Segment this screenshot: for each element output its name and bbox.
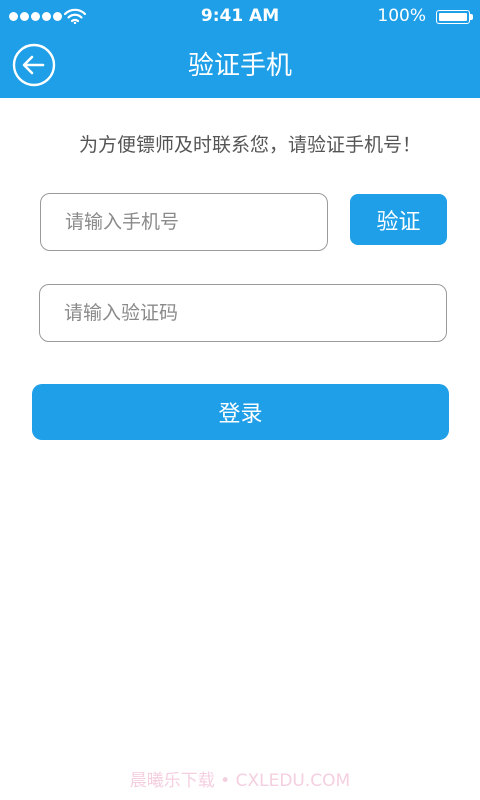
- verification-code-input[interactable]: [39, 284, 447, 342]
- page-title: 验证手机: [187, 51, 292, 81]
- battery-percent: 100%: [377, 6, 426, 26]
- login-button[interactable]: 登录: [32, 384, 449, 440]
- phone-input[interactable]: [40, 193, 328, 251]
- verify-button[interactable]: 验证: [350, 194, 447, 245]
- status-bar: 9:41 AM 100%: [0, 0, 480, 34]
- watermark: 晨曦乐下载 • CXLEDU.COM: [129, 771, 351, 791]
- battery-icon: [436, 10, 473, 24]
- top-bar: 9:41 AM 100% 验证手机: [0, 0, 480, 98]
- verify-notice: 为方便镖师及时联系您，请验证手机号！: [78, 134, 421, 156]
